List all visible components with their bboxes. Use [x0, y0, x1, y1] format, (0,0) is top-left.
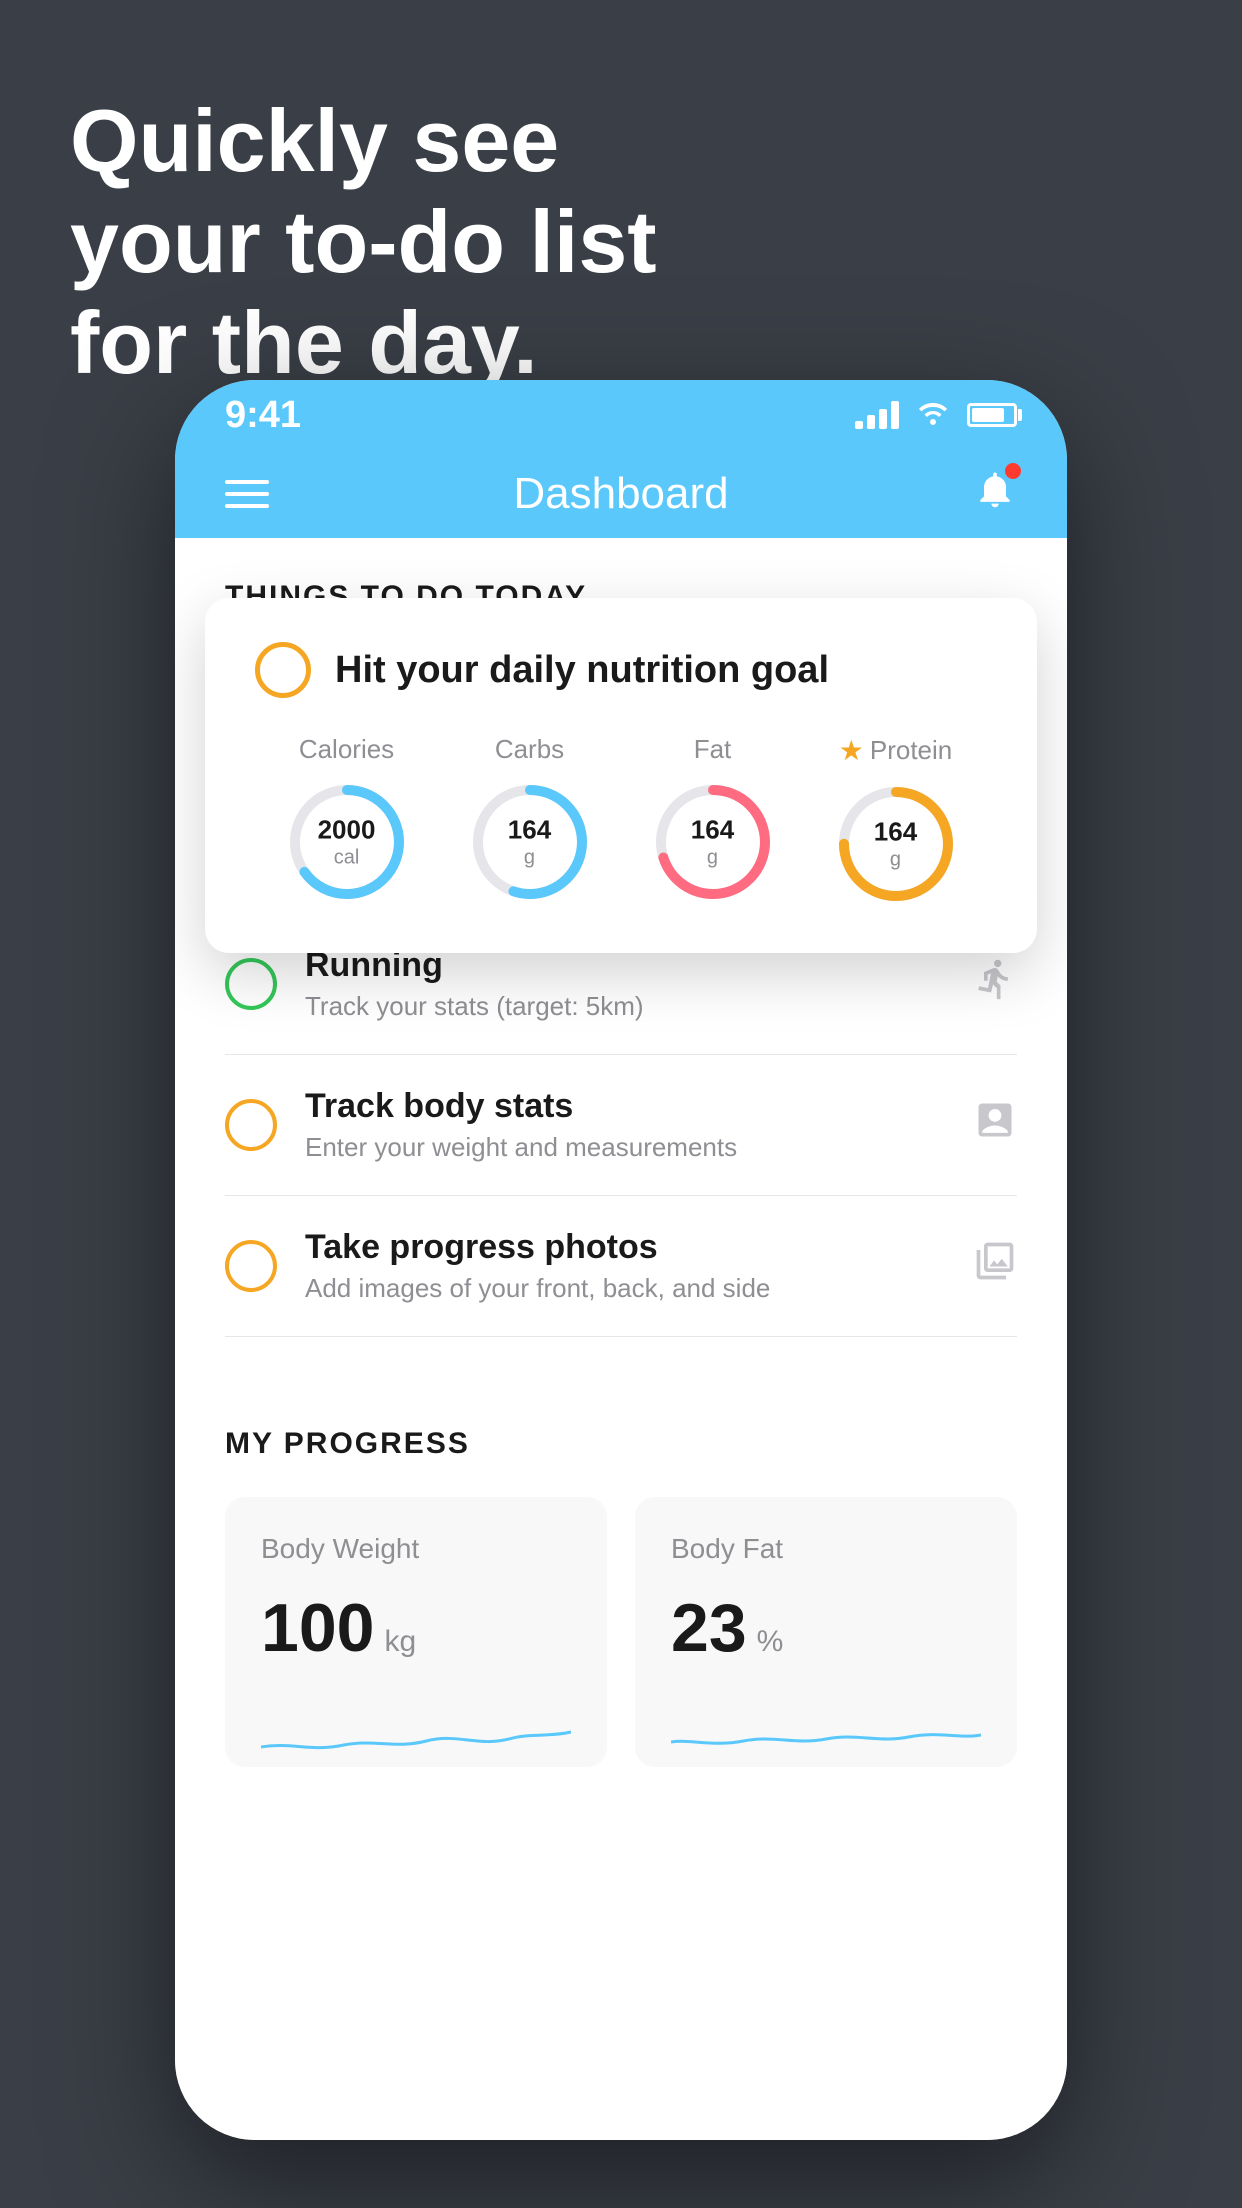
carbs-ring: 164 g	[465, 777, 595, 907]
body-fat-value-row: 23 %	[671, 1589, 981, 1667]
body-stats-text: Track body stats Enter your weight and m…	[305, 1087, 953, 1163]
signal-icon	[855, 401, 899, 429]
nutrition-card: Hit your daily nutrition goal Calories 2…	[205, 598, 1037, 953]
body-weight-number: 100	[261, 1589, 374, 1667]
headline-line3: for the day.	[70, 292, 657, 393]
body-fat-unit: %	[757, 1625, 784, 1659]
headline-line1: Quickly see	[70, 90, 657, 191]
progress-cards-row: Body Weight 100 kg Body Fat 23	[225, 1497, 1017, 1767]
nutrition-card-title: Hit your daily nutrition goal	[335, 649, 829, 692]
todo-list: Running Track your stats (target: 5km) T…	[175, 914, 1067, 1337]
protein-ring: 164 g	[831, 779, 961, 909]
body-stats-check-circle[interactable]	[225, 1099, 277, 1151]
body-fat-card[interactable]: Body Fat 23 %	[635, 1497, 1017, 1767]
my-progress-section: MY PROGRESS Body Weight 100 kg	[175, 1377, 1067, 1797]
body-fat-chart	[671, 1697, 981, 1767]
nutrition-protein: ★ Protein 164 g	[831, 734, 961, 909]
body-fat-card-title: Body Fat	[671, 1533, 981, 1565]
card-title-row: Hit your daily nutrition goal	[255, 642, 987, 698]
protein-label: ★ Protein	[839, 734, 953, 767]
nav-bar: Dashboard	[175, 450, 1067, 538]
running-check-circle[interactable]	[225, 958, 277, 1010]
status-time: 9:41	[225, 394, 301, 437]
body-stats-title: Track body stats	[305, 1087, 953, 1126]
status-icons	[855, 397, 1017, 433]
body-fat-number: 23	[671, 1589, 747, 1667]
nav-title: Dashboard	[513, 469, 728, 519]
body-weight-card-title: Body Weight	[261, 1533, 571, 1565]
todo-item-photos[interactable]: Take progress photos Add images of your …	[225, 1196, 1017, 1337]
body-stats-subtitle: Enter your weight and measurements	[305, 1132, 953, 1163]
body-weight-card[interactable]: Body Weight 100 kg	[225, 1497, 607, 1767]
phone-mockup: 9:41 Dashboard	[175, 380, 1067, 2140]
nutrition-fat: Fat 164 g	[648, 734, 778, 907]
calories-ring: 2000 cal	[282, 777, 412, 907]
carbs-value: 164 g	[508, 814, 551, 869]
photos-check-circle[interactable]	[225, 1240, 277, 1292]
running-text: Running Track your stats (target: 5km)	[305, 946, 953, 1022]
nutrition-carbs: Carbs 164 g	[465, 734, 595, 907]
carbs-label: Carbs	[495, 734, 564, 765]
fat-label: Fat	[694, 734, 732, 765]
battery-icon	[967, 403, 1017, 427]
protein-value: 164 g	[874, 816, 917, 871]
status-bar: 9:41	[175, 380, 1067, 450]
headline-line2: your to-do list	[70, 191, 657, 292]
photos-text: Take progress photos Add images of your …	[305, 1228, 953, 1304]
photos-subtitle: Add images of your front, back, and side	[305, 1273, 953, 1304]
nutrition-row: Calories 2000 cal Carbs	[255, 734, 987, 909]
fat-value: 164 g	[691, 814, 734, 869]
notification-dot	[1005, 463, 1021, 479]
photos-title: Take progress photos	[305, 1228, 953, 1267]
hamburger-menu[interactable]	[225, 480, 269, 508]
notification-bell-icon[interactable]	[973, 467, 1017, 522]
running-shoe-icon	[973, 957, 1017, 1011]
calories-label: Calories	[299, 734, 394, 765]
person-icon	[973, 1239, 1017, 1293]
body-weight-unit: kg	[384, 1625, 416, 1659]
body-weight-value-row: 100 kg	[261, 1589, 571, 1667]
star-icon: ★	[839, 734, 864, 767]
nutrition-calories: Calories 2000 cal	[282, 734, 412, 907]
wifi-icon	[915, 397, 951, 433]
calories-value: 2000 cal	[318, 814, 376, 869]
todo-item-body-stats[interactable]: Track body stats Enter your weight and m…	[225, 1055, 1017, 1196]
fat-ring: 164 g	[648, 777, 778, 907]
body-weight-chart	[261, 1697, 571, 1767]
page-headline: Quickly see your to-do list for the day.	[70, 90, 657, 394]
scale-icon	[973, 1098, 1017, 1152]
my-progress-title: MY PROGRESS	[225, 1427, 1017, 1461]
phone-content: THINGS TO DO TODAY Hit your daily nutrit…	[175, 538, 1067, 2140]
nutrition-check-circle[interactable]	[255, 642, 311, 698]
running-subtitle: Track your stats (target: 5km)	[305, 991, 953, 1022]
